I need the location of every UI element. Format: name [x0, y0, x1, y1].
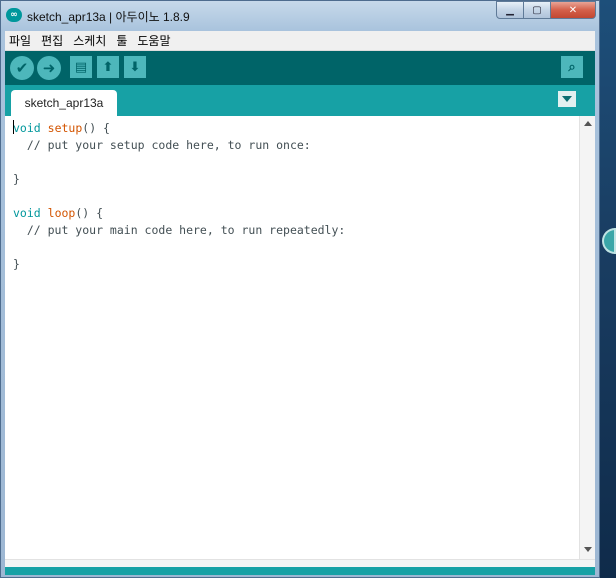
maximize-button[interactable]: ▢ — [523, 1, 551, 19]
arrow-up-icon: ⬆ — [102, 59, 114, 75]
arduino-ide-window: ∞ sketch_apr13a | 아두이노 1.8.9 ▁ ▢ ✕ 파일 편집… — [0, 0, 600, 578]
toolbar: ✔ ➜ ▤ ⬆ ⬇ ⌕ — [5, 51, 595, 85]
code-line[interactable] — [13, 188, 573, 205]
scroll-up-icon[interactable] — [584, 121, 592, 126]
minimize-button[interactable]: ▁ — [496, 1, 524, 19]
code-line[interactable]: // put your setup code here, to run once… — [13, 137, 573, 154]
code-keyword: void — [13, 121, 41, 135]
desktop-icon-arduino[interactable] — [602, 228, 616, 254]
code-comment: // put your main code here, to run repea… — [13, 223, 346, 237]
upload-button[interactable]: ➜ — [37, 56, 61, 80]
new-button[interactable]: ▤ — [70, 56, 92, 78]
code-function-name: loop — [47, 206, 76, 220]
code-token: } — [13, 257, 20, 271]
minimize-icon: ▁ — [506, 4, 514, 16]
code-token: () { — [75, 206, 104, 220]
arduino-logo-icon[interactable]: ∞ — [6, 8, 22, 22]
maximize-icon: ▢ — [532, 4, 542, 16]
code-token: () { — [82, 121, 110, 135]
text-cursor — [13, 120, 14, 134]
code-function-name: setup — [47, 121, 83, 135]
code-line[interactable]: } — [13, 171, 573, 188]
window-controls: ▁ ▢ ✕ — [496, 1, 596, 19]
code-line[interactable]: // put your main code here, to run repea… — [13, 222, 573, 239]
scroll-down-icon[interactable] — [584, 547, 592, 552]
new-file-icon: ▤ — [74, 59, 88, 75]
vertical-scrollbar[interactable] — [579, 116, 595, 559]
code-editor[interactable]: void setup() { // put your setup code he… — [5, 116, 595, 559]
serial-monitor-button[interactable]: ⌕ — [561, 56, 583, 78]
menu-bar: 파일 편집 스케치 툴 도움말 — [5, 31, 595, 51]
menu-help[interactable]: 도움말 — [133, 31, 176, 51]
tab-menu-button[interactable] — [558, 91, 576, 107]
code-line[interactable] — [13, 239, 573, 256]
code-line[interactable]: void setup() { — [13, 120, 573, 137]
open-button[interactable]: ⬆ — [97, 56, 119, 78]
tab-sketch[interactable]: sketch_apr13a — [11, 90, 117, 116]
arrow-down-icon: ⬇ — [129, 59, 141, 75]
window-title: sketch_apr13a | 아두이노 1.8.9 — [27, 10, 190, 24]
code-line[interactable]: } — [13, 256, 573, 273]
horizontal-scrollbar[interactable] — [5, 559, 595, 567]
code-token: } — [13, 172, 20, 186]
magnifier-icon: ⌕ — [568, 59, 576, 75]
save-button[interactable]: ⬇ — [124, 56, 146, 78]
close-button[interactable]: ✕ — [550, 1, 596, 19]
tab-bar: sketch_apr13a — [5, 85, 595, 116]
title-bar[interactable]: ∞ sketch_apr13a | 아두이노 1.8.9 ▁ ▢ ✕ — [1, 1, 599, 31]
menu-tools[interactable]: 툴 — [112, 31, 133, 51]
console-status-bar — [5, 567, 595, 575]
menu-sketch[interactable]: 스케치 — [69, 31, 112, 51]
verify-button[interactable]: ✔ — [10, 56, 34, 80]
menu-edit[interactable]: 편집 — [37, 31, 69, 51]
client-area: 파일 편집 스케치 툴 도움말 ✔ ➜ ▤ ⬆ ⬇ ⌕ sketch_apr13… — [5, 31, 595, 575]
code-text[interactable]: void setup() { // put your setup code he… — [13, 120, 573, 273]
desktop-background — [600, 0, 616, 578]
arrow-right-icon: ➜ — [42, 59, 56, 77]
code-keyword: void — [13, 206, 41, 220]
code-comment: // put your setup code here, to run once… — [13, 138, 311, 152]
close-icon: ✕ — [568, 4, 578, 16]
code-line[interactable]: void loop() { — [13, 205, 573, 222]
triangle-down-icon — [562, 96, 572, 102]
menu-file[interactable]: 파일 — [5, 31, 37, 51]
code-line[interactable] — [13, 154, 573, 171]
checkmark-icon: ✔ — [15, 59, 29, 77]
